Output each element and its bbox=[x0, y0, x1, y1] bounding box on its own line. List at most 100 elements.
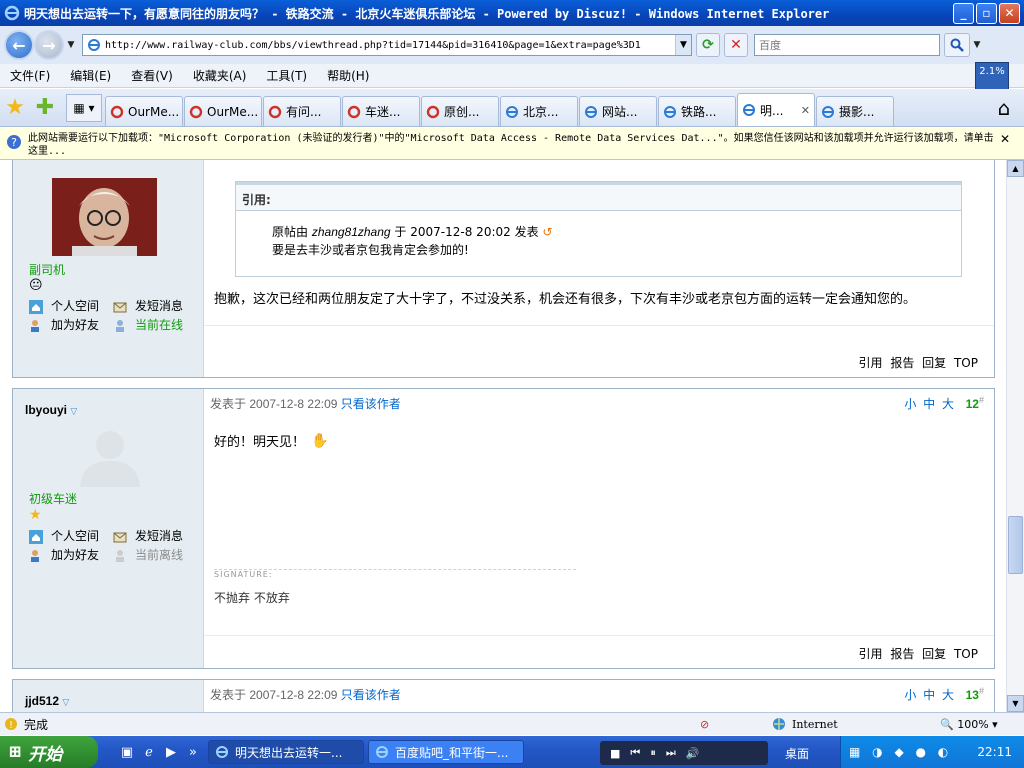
user-menu-icon[interactable]: ▽ bbox=[62, 697, 69, 707]
search-input[interactable] bbox=[755, 38, 935, 52]
link-pm[interactable]: 发短消息 bbox=[135, 527, 183, 546]
tab-label[interactable]: 有问... bbox=[286, 103, 321, 120]
menu-view[interactable]: 查看(V) bbox=[121, 67, 183, 84]
task-label[interactable]: 明天想出去运转一... bbox=[235, 744, 342, 761]
maximize-button[interactable]: ▫ bbox=[976, 2, 997, 24]
tab-2[interactable]: 有问... bbox=[263, 96, 341, 126]
favorites-star-icon[interactable]: ★ bbox=[0, 91, 30, 123]
username[interactable]: lbyouyi bbox=[25, 403, 67, 417]
start-button[interactable]: ⊞ 开始 bbox=[0, 736, 98, 768]
tab-1[interactable]: OurMe... bbox=[184, 96, 262, 126]
quick-tabs-button[interactable]: ▦ ▾ bbox=[66, 94, 102, 122]
media-stop-icon[interactable]: ■ bbox=[610, 747, 620, 760]
post-actions[interactable]: 引用 报告 回复 TOP bbox=[859, 354, 978, 371]
author-only-link[interactable]: 只看该作者 bbox=[341, 688, 401, 702]
goto-post-icon[interactable]: ↺ bbox=[542, 225, 552, 239]
tab-7[interactable]: 铁路... bbox=[658, 96, 736, 126]
tab-label[interactable]: 原创... bbox=[444, 103, 479, 120]
floor-value[interactable]: 13 bbox=[966, 688, 979, 702]
post-sidebar: lbyouyi ▽ 初级车迷 ★ 个人空间 发短消息 加为好友 当前离线 bbox=[13, 389, 204, 668]
task-forum[interactable]: 明天想出去运转一... bbox=[208, 740, 364, 764]
font-size-links[interactable]: 小 中 大 bbox=[904, 395, 954, 412]
history-dropdown-icon[interactable]: ▼ bbox=[64, 40, 78, 50]
url-input[interactable] bbox=[105, 39, 675, 51]
tab-4[interactable]: 原创... bbox=[421, 96, 499, 126]
post-actions[interactable]: 引用 报告 回复 TOP bbox=[859, 645, 978, 662]
link-pm[interactable]: 发短消息 bbox=[135, 297, 183, 316]
menu-file[interactable]: 文件(F) bbox=[0, 67, 60, 84]
floor-number[interactable]: 13# bbox=[966, 686, 984, 702]
username[interactable]: jjd512 bbox=[25, 694, 59, 708]
tab-label[interactable]: 车迷... bbox=[365, 103, 400, 120]
security-zone[interactable]: Internet bbox=[772, 717, 838, 731]
quicklaunch-ie-icon[interactable]: ℯ bbox=[138, 745, 160, 760]
floor-number[interactable]: 12# bbox=[966, 395, 984, 411]
refresh-button[interactable]: ⟳ bbox=[696, 33, 720, 57]
tab-label[interactable]: 北京... bbox=[523, 103, 558, 120]
back-button[interactable]: ← bbox=[4, 30, 34, 60]
quicklaunch-more-icon[interactable]: » bbox=[182, 745, 204, 760]
tab-close-icon[interactable]: ✕ bbox=[801, 104, 810, 117]
add-favorite-icon[interactable]: ✚ bbox=[30, 91, 60, 123]
menu-help[interactable]: 帮助(H) bbox=[317, 67, 379, 84]
desktop-toolbar[interactable]: 桌面 bbox=[785, 745, 809, 762]
tab-label[interactable]: 明... bbox=[760, 102, 783, 119]
link-add-friend[interactable]: 加为好友 bbox=[51, 316, 107, 335]
zoom-level[interactable]: 100% bbox=[957, 718, 988, 731]
tab-0[interactable]: OurMe... bbox=[105, 96, 183, 126]
start-label[interactable]: 开始 bbox=[28, 740, 62, 765]
floor-value[interactable]: 12 bbox=[966, 397, 979, 411]
tab-9[interactable]: 摄影... bbox=[816, 96, 894, 126]
user-menu-icon[interactable]: ▽ bbox=[70, 406, 77, 416]
close-button[interactable]: ✕ bbox=[999, 2, 1020, 24]
task-label[interactable]: 百度贴吧_和平街一... bbox=[395, 744, 508, 761]
tab-label[interactable]: 摄影... bbox=[839, 103, 874, 120]
show-desktop-icon[interactable]: ▣ bbox=[116, 745, 138, 760]
media-player-toolbar[interactable]: ■ ⏮ ⏸ ⏭ 🔊 bbox=[600, 741, 768, 765]
search-options-icon[interactable]: ▼ bbox=[970, 40, 984, 50]
post-author[interactable]: jjd512 ▽ bbox=[25, 694, 69, 708]
infobar-close-icon[interactable]: ✕ bbox=[996, 132, 1014, 146]
home-icon[interactable]: ⌂ bbox=[984, 92, 1024, 124]
tray-icons[interactable]: ▦ ◑ ◆ ● ◐ bbox=[849, 745, 952, 759]
quicklaunch-media-icon[interactable]: ▶ bbox=[160, 745, 182, 760]
author-only-link[interactable]: 只看该作者 bbox=[341, 397, 401, 411]
link-space[interactable]: 个人空间 bbox=[51, 527, 107, 546]
zoom-control[interactable]: 🔍 100% ▾ bbox=[940, 718, 998, 731]
tab-label[interactable]: OurMe... bbox=[128, 105, 179, 119]
menu-tools[interactable]: 工具(T) bbox=[256, 67, 317, 84]
tab-label[interactable]: 铁路... bbox=[681, 103, 716, 120]
tab-label[interactable]: 网站... bbox=[602, 103, 637, 120]
popup-blocked-icon[interactable]: ⊘ bbox=[700, 718, 709, 731]
media-next-icon[interactable]: ⏭ bbox=[666, 746, 676, 760]
post-author[interactable]: lbyouyi ▽ bbox=[25, 403, 77, 417]
search-box[interactable] bbox=[754, 34, 940, 56]
link-add-friend[interactable]: 加为好友 bbox=[51, 546, 107, 565]
tab-6[interactable]: 网站... bbox=[579, 96, 657, 126]
media-prev-icon[interactable]: ⏮ bbox=[630, 746, 640, 760]
media-volume-icon[interactable]: 🔊 bbox=[686, 747, 700, 760]
stop-button[interactable]: ✕ bbox=[724, 33, 748, 57]
url-dropdown-icon[interactable]: ▼ bbox=[675, 35, 691, 55]
tab-label[interactable]: OurMe... bbox=[207, 105, 258, 119]
forward-button[interactable]: → bbox=[34, 30, 64, 60]
tab-5[interactable]: 北京... bbox=[500, 96, 578, 126]
scroll-up-icon[interactable]: ▲ bbox=[1007, 160, 1024, 177]
font-size-links[interactable]: 小 中 大 bbox=[904, 686, 954, 703]
vertical-scrollbar[interactable]: ▲ ▼ bbox=[1006, 160, 1024, 712]
infobar[interactable]: ? 此网站需要运行以下加载项："Microsoft Corporation (未… bbox=[0, 128, 1024, 160]
media-pause-icon[interactable]: ⏸ bbox=[650, 746, 656, 760]
scroll-down-icon[interactable]: ▼ bbox=[1007, 695, 1024, 712]
tab-8[interactable]: 明... ✕ bbox=[737, 93, 815, 126]
address-bar[interactable]: ▼ bbox=[82, 34, 692, 56]
quote-author[interactable]: zhang81zhang bbox=[312, 225, 391, 239]
tab-3[interactable]: 车迷... bbox=[342, 96, 420, 126]
menu-edit[interactable]: 编辑(E) bbox=[60, 67, 121, 84]
scroll-thumb[interactable] bbox=[1008, 516, 1023, 574]
task-tieba[interactable]: 百度贴吧_和平街一... bbox=[368, 740, 524, 764]
search-button[interactable] bbox=[944, 33, 970, 57]
infobar-text[interactable]: 此网站需要运行以下加载项："Microsoft Corporation (未验证… bbox=[28, 132, 996, 158]
link-space[interactable]: 个人空间 bbox=[51, 297, 107, 316]
minimize-button[interactable]: _ bbox=[953, 2, 974, 24]
menu-favorites[interactable]: 收藏夹(A) bbox=[183, 67, 257, 84]
